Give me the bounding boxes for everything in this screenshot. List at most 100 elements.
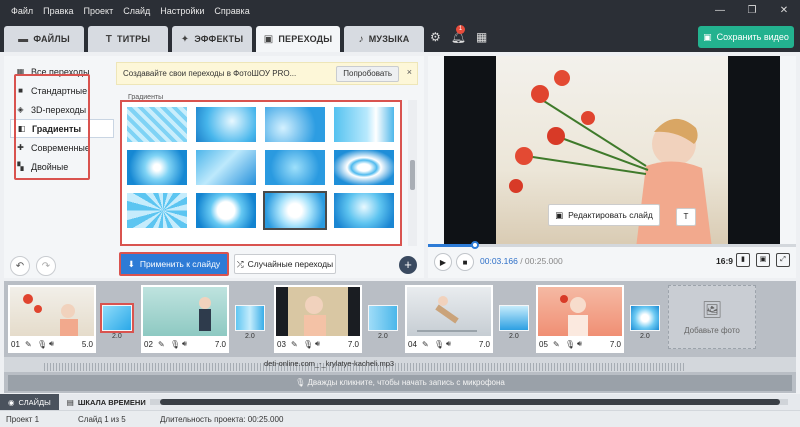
gradient-thumb-5[interactable] [127,150,187,185]
slide-number: 04 [408,339,417,349]
menu-project[interactable]: Проект [79,0,119,22]
text-icon: T [683,212,689,221]
slide-duration: 7.0 [478,339,490,349]
fullscreen-icon[interactable]: ⤢ [776,253,790,267]
gradient-thumb-8[interactable] [334,150,394,185]
gradient-thumb-7[interactable] [265,150,325,185]
add-photo-placeholder[interactable]: 🖼︎ Добавьте фото [668,285,756,349]
mic-icon[interactable]: 🎙︎ [565,340,577,349]
slide-4[interactable]: 04 ✎ 🎙︎ 🔊︎ 7.0 [405,285,493,353]
mic-record-strip[interactable]: 🎙︎ Дважды кликните, чтобы начать запись … [8,375,792,391]
pencil-icon[interactable]: ✎ [158,340,170,349]
aspect-ratio[interactable]: 16:9 [716,256,733,266]
edit-slide-button[interactable]: ▣ Редактировать слайд [548,204,660,226]
menu-help[interactable]: Справка [209,0,254,22]
slide-3[interactable]: 03 ✎ 🎙︎ 🔊︎ 7.0 [274,285,362,353]
transition-4[interactable] [499,305,529,331]
gradient-thumb-9[interactable] [127,193,187,228]
playback-controls: ▶ ■ 00:03.166 / 00:25.000 16:9 ▮ ▣ ⤢ [428,250,796,274]
slide-5-art [560,295,588,336]
view-icons: ▮ ▣ ⤢ [736,253,790,267]
try-button[interactable]: Попробовать [336,66,399,82]
pencil-icon[interactable]: ✎ [553,340,565,349]
tab-music[interactable]: ♪ МУЗЫКА [344,26,424,52]
pencil-icon[interactable]: ✎ [25,340,37,349]
gradient-thumb-6[interactable] [196,150,256,185]
volume-icon[interactable]: 🔊︎ [315,339,327,349]
transition-2[interactable] [235,305,265,331]
music-icon: ♪ [358,33,364,45]
slide-5-thumb [538,287,622,336]
slide-2[interactable]: 02 ✎ 🎙︎ 🔊︎ 7.0 [141,285,229,353]
slide-1[interactable]: 01 ✎ 🎙︎ 🔊︎ 5.0 [8,285,96,353]
gallery-scrollbar[interactable] [408,100,417,246]
mic-icon[interactable]: 🎙︎ [303,340,315,349]
stop-button[interactable]: ■ [456,253,474,271]
undo-button[interactable]: ↶ [10,256,30,276]
gradient-thumb-2[interactable] [196,107,256,142]
slide-5[interactable]: 05 ✎ 🎙︎ 🔊︎ 7.0 [536,285,624,353]
menu-edit[interactable]: Правка [38,0,78,22]
timeline-view-icon: ▤ [66,397,74,407]
volume-icon[interactable]: 🔊︎ [577,339,589,349]
timeline-scroll-thumb[interactable] [160,399,780,405]
mic-icon[interactable]: 🎙︎ [37,340,49,349]
transitions-panel: ▦ Все переходы ■ Стандартные ◈ 3D-переходы … [4,56,424,278]
volume-icon[interactable]: 🔊︎ [49,339,61,349]
progress-knob[interactable] [470,241,479,249]
add-text-button[interactable]: T [676,208,696,226]
promo-banner: Создавайте свои переходы в ФотоШОУ PRO..… [116,62,418,85]
gradient-thumb-3[interactable] [265,107,325,142]
pencil-icon[interactable]: ✎ [422,340,434,349]
screen-icon[interactable]: ▮ [736,253,750,267]
add-transition-button[interactable]: + [399,256,417,274]
slide-2-art [199,297,211,331]
gear-icon[interactable]: ⚙ [430,30,441,44]
volume-icon[interactable]: 🔊︎ [182,339,194,349]
mic-icon[interactable]: 🎙︎ [170,340,182,349]
playback-progress[interactable] [428,241,796,249]
slide-number: 05 [539,339,548,349]
mic-icon[interactable]: 🎙︎ [434,340,446,349]
music-track[interactable]: deti-online.com_-_krylatye-kacheli.mp3 [4,357,796,372]
close-promo-icon[interactable]: × [407,67,412,77]
gradient-thumb-1[interactable] [127,107,187,142]
timeline-scrollbar[interactable] [150,399,788,405]
close-window-button[interactable]: ✕ [768,0,800,22]
gradient-thumb-11[interactable] [263,191,327,230]
random-transitions-button[interactable]: ⤮ Случайные переходы [234,254,336,274]
snapshot-icon[interactable]: ▣ [756,253,770,267]
minimize-button[interactable]: — [704,0,736,22]
gradient-thumb-4[interactable] [334,107,394,142]
tab-transitions[interactable]: ▣ ПЕРЕХОДЫ [256,26,340,52]
menu-file[interactable]: Файл [6,0,38,22]
apply-to-slide-button[interactable]: ⬇ Применить к слайду [119,252,229,276]
tab-files[interactable]: ▬ ФАЙЛЫ [4,26,84,52]
save-video-button[interactable]: ▣ Сохранить видео [698,26,794,48]
menu-settings[interactable]: Настройки [155,0,209,22]
tab-timeline-view[interactable]: ▤ ШКАЛА ВРЕМЕНИ [58,394,154,410]
redo-button[interactable]: ↷ [36,256,56,276]
pencil-icon[interactable]: ✎ [291,340,303,349]
gradient-thumb-10[interactable] [196,193,256,228]
gallery-scroll-thumb[interactable] [410,160,415,190]
volume-icon[interactable]: 🔊︎ [446,339,458,349]
stop-icon: ■ [462,257,468,267]
tab-slides-view[interactable]: ◉ СЛАЙДЫ [0,394,59,410]
tab-effects[interactable]: ✦ ЭФФЕКТЫ [172,26,252,52]
play-button[interactable]: ▶ [434,253,452,271]
status-slide: Слайд 1 из 5 [78,415,126,424]
transition-gallery [120,100,402,246]
tab-titles[interactable]: T ТИТРЫ [88,26,168,52]
gallery-icon[interactable]: ▦ [476,30,487,44]
transition-1[interactable] [100,303,134,333]
plus-icon: + [404,257,412,272]
transition-5[interactable] [630,305,660,331]
text-t-icon: T [105,33,113,45]
view-switcher: ◉ СЛАЙДЫ ▤ ШКАЛА ВРЕМЕНИ [0,394,800,410]
video-preview[interactable]: ▣ Редактировать слайд T [444,56,780,246]
menu-slide[interactable]: Слайд [118,0,155,22]
maximize-button[interactable]: ❐ [736,0,768,22]
transition-3[interactable] [368,305,398,331]
gradient-thumb-12[interactable] [334,193,394,228]
